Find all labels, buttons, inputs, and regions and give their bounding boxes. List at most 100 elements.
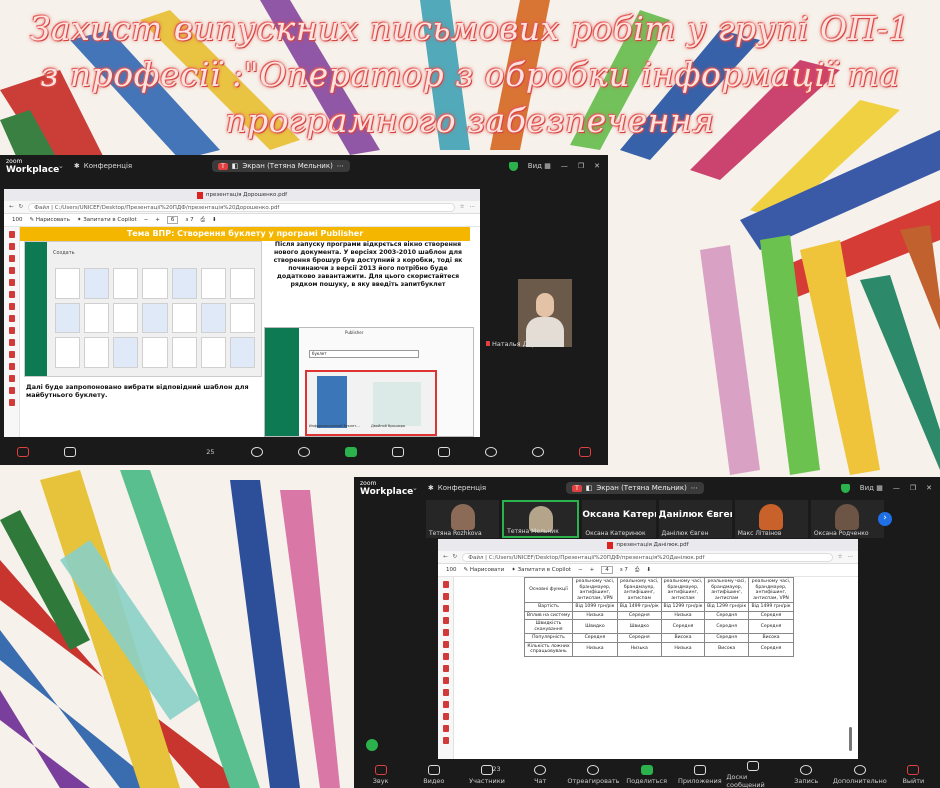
participant-tile[interactable]: Данілюк Євген Данілюк Євген: [658, 500, 732, 538]
minus-icon[interactable]: −: [578, 567, 583, 573]
page-number-input[interactable]: 4: [601, 566, 613, 574]
minus-icon[interactable]: −: [144, 217, 149, 223]
close-button[interactable]: ✕: [926, 484, 932, 492]
print-icon[interactable]: ⎙: [201, 217, 205, 224]
back-icon[interactable]: ←: [443, 554, 448, 560]
apps-icon: [391, 447, 404, 457]
print-icon[interactable]: ⎙: [635, 567, 639, 574]
page-total: з 7: [185, 217, 194, 223]
star-icon[interactable]: ☆: [838, 554, 843, 560]
conference-menu[interactable]: ✱ Конференція: [428, 484, 486, 492]
participant-tile[interactable]: Макс Літвінов: [734, 500, 808, 538]
whiteboard-icon: [747, 761, 760, 771]
comparison-table: Основні функції реальному часі, брандмауе…: [524, 577, 794, 759]
share-button[interactable]: Поделиться: [620, 765, 673, 785]
apps-button[interactable]: Приложения: [673, 765, 726, 785]
plus-icon[interactable]: +: [155, 217, 160, 223]
more-icon[interactable]: ⋯: [470, 204, 476, 210]
view-button[interactable]: Вид ▦: [860, 484, 883, 492]
leave-icon: [907, 765, 920, 775]
participants-button[interactable]: 23 Участники: [460, 765, 513, 785]
record-button[interactable]: Запись: [780, 765, 833, 785]
table-cell: Середня: [748, 610, 794, 620]
slide-heading: Тема ВПР: Створення буклету у програмі P…: [20, 227, 470, 241]
react-button[interactable]: [281, 447, 328, 457]
zoom-level[interactable]: 100: [12, 217, 23, 223]
maximize-button[interactable]: ❐: [910, 484, 916, 492]
draw-tool[interactable]: ✎ Нарисовати: [464, 567, 505, 573]
copilot-button[interactable]: ✦ Запитати в Copilot: [77, 217, 137, 223]
toolbar-label: Поделиться: [626, 777, 668, 785]
whiteboard-button[interactable]: Доски сообщений: [726, 761, 779, 788]
toolbar-label: Участники: [469, 777, 505, 785]
participant-tile[interactable]: Тетяна Rozhkova: [426, 500, 500, 538]
participant-tile[interactable]: Оксана Родченко: [810, 500, 885, 538]
reload-icon[interactable]: ↻: [19, 204, 24, 210]
whiteboard-button[interactable]: [421, 447, 468, 457]
participant-tile[interactable]: Оксана Катери... Оксана Катеринюк: [582, 500, 656, 538]
participant-strip: Тетяна Rozhkova Тетяна Мельник Оксана Ка…: [426, 500, 885, 538]
browser-tab[interactable]: презентація Данілюк.pdf: [438, 539, 858, 551]
table-cell: Від 1099 грн/рік: [572, 602, 618, 612]
next-page-button[interactable]: ›: [878, 512, 892, 526]
url-field[interactable]: Файл | C:/Users/UNICEF/Desktop/Презентац…: [28, 202, 455, 212]
apps-button[interactable]: [374, 447, 421, 457]
leave-button[interactable]: [561, 447, 608, 457]
copilot-button[interactable]: ✦ Запитати в Copilot: [511, 567, 571, 573]
reload-icon[interactable]: ↻: [453, 554, 458, 560]
chevron-down-icon[interactable]: ⌄: [412, 484, 418, 492]
minimize-button[interactable]: —: [561, 162, 568, 170]
apps-icon: [693, 765, 706, 775]
audio-button[interactable]: [0, 447, 47, 457]
scrollbar[interactable]: [849, 727, 852, 751]
zoom-level[interactable]: 100: [446, 567, 457, 573]
screen-share-indicator[interactable]: T ◧ Экран (Тетяна Мельник) ⋯: [566, 482, 704, 494]
pdf-icon: [196, 191, 203, 199]
react-button[interactable]: Отреагировать: [567, 765, 620, 785]
chat-button[interactable]: Чат: [514, 765, 567, 785]
close-button[interactable]: ✕: [594, 162, 600, 170]
publisher-window: Publisher буклет Информационный буклет..…: [264, 327, 474, 437]
table-cell: Популярність: [524, 633, 573, 643]
screen-icon: ◧: [585, 484, 593, 492]
star-icon[interactable]: ☆: [460, 204, 465, 210]
table-cell: Кількість ложних спрацьовувань: [524, 641, 573, 657]
left-sidebar: [4, 227, 20, 437]
more-button[interactable]: [514, 447, 561, 457]
conference-menu[interactable]: ✱ Конференція: [74, 162, 132, 170]
url-field[interactable]: Файл | C:/Users/UNICEF/Desktop/Презентац…: [462, 552, 833, 562]
back-icon[interactable]: ←: [9, 204, 14, 210]
save-icon[interactable]: ⬇: [212, 217, 217, 223]
plus-icon[interactable]: +: [590, 567, 595, 573]
more-button[interactable]: Дополнительно: [833, 765, 887, 785]
leave-button[interactable]: Выйти: [887, 765, 940, 785]
record-button[interactable]: [468, 447, 515, 457]
screen-share-indicator[interactable]: T ◧ Экран (Тетяна Мельник) ⋯: [212, 160, 350, 172]
table-cell: Середня: [616, 633, 662, 643]
pdf-viewer: презентація Дорошенко.pdf ← ↻ Файл | C:/…: [4, 189, 480, 437]
table-cell: Середня: [704, 619, 750, 634]
view-button[interactable]: Вид ▦: [528, 162, 551, 170]
table-cell: Середня: [748, 619, 794, 634]
participants-button[interactable]: 25: [187, 448, 234, 456]
share-button[interactable]: [327, 447, 374, 457]
chat-button[interactable]: [234, 447, 281, 457]
save-icon[interactable]: ⬇: [646, 567, 651, 573]
participant-tile[interactable]: Тетяна Мельник: [502, 500, 580, 538]
minimize-button[interactable]: —: [893, 484, 900, 492]
address-bar: ← ↻ Файл | C:/Users/UNICEF/Desktop/Презе…: [438, 551, 858, 564]
annotate-icon[interactable]: [366, 739, 378, 751]
participant-video[interactable]: [518, 279, 572, 347]
chevron-down-icon[interactable]: ⌄: [58, 162, 64, 170]
more-icon[interactable]: ⋯: [848, 554, 854, 560]
toolbar-label: Выйти: [902, 777, 925, 785]
toolbar-label: Отреагировать: [567, 777, 620, 785]
browser-tab[interactable]: презентація Дорошенко.pdf: [4, 189, 480, 201]
video-button[interactable]: [47, 447, 94, 457]
page-number-input[interactable]: 6: [166, 216, 179, 224]
audio-button[interactable]: Звук: [354, 765, 407, 785]
draw-tool[interactable]: ✎ Нарисовать: [30, 217, 70, 223]
maximize-button[interactable]: ❐: [578, 162, 584, 170]
video-button[interactable]: Видео: [407, 765, 460, 785]
table-cell: Вартість: [524, 602, 573, 612]
